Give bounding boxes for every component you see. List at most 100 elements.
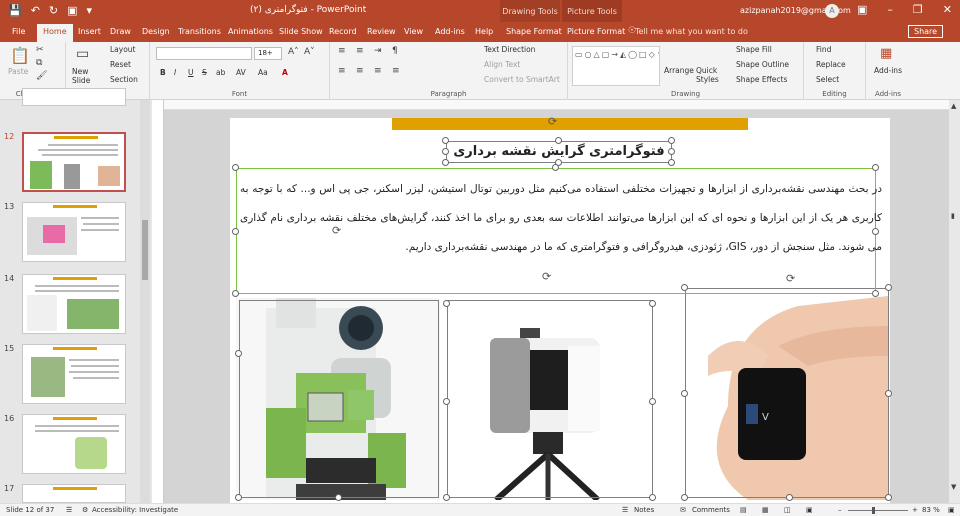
resize-handle[interactable] [555, 137, 562, 144]
paste-icon[interactable]: 📋 [10, 46, 30, 65]
bold-button[interactable]: B [160, 68, 166, 77]
scroll-thumb-icon[interactable]: ▮ [951, 212, 955, 220]
comments-icon[interactable]: ✉ [680, 506, 686, 514]
char-spacing-button[interactable]: AV [236, 68, 246, 77]
shape-effects-button[interactable]: Shape Effects [736, 75, 787, 84]
resize-handle[interactable] [681, 390, 688, 397]
accessibility-status[interactable]: Accessibility: Investigate [92, 506, 178, 514]
shape-outline-button[interactable]: Shape Outline [736, 60, 789, 69]
resize-handle[interactable] [786, 494, 793, 501]
resize-handle[interactable] [668, 148, 675, 155]
add-ins-icon[interactable]: ▦ [880, 46, 892, 61]
slide-thumbnail-partial[interactable] [22, 88, 126, 106]
resize-handle[interactable] [335, 494, 342, 501]
tab-picture-format[interactable]: Picture Format [567, 27, 625, 36]
cut-icon[interactable]: ✂ [36, 45, 44, 55]
shape-fill-button[interactable]: Shape Fill [736, 45, 772, 54]
slide-sorter-icon[interactable]: ▦ [762, 506, 769, 514]
ribbon-display-icon[interactable]: ▣ [857, 3, 867, 16]
bullets-icon[interactable]: ≡ [338, 46, 346, 56]
tab-view[interactable]: View [404, 27, 423, 36]
thumbnail-scrollbar[interactable] [140, 100, 150, 503]
resize-handle[interactable] [442, 148, 449, 155]
justify-icon[interactable]: ≡ [392, 66, 400, 76]
font-size-select[interactable]: 18+ [254, 47, 282, 60]
tab-animations[interactable]: Animations [228, 27, 273, 36]
resize-handle[interactable] [885, 284, 892, 291]
resize-handle[interactable] [668, 159, 675, 166]
indent-icon[interactable]: ⇥ [374, 46, 382, 56]
tab-add-ins[interactable]: Add-ins [435, 27, 465, 36]
normal-view-icon[interactable]: ▤ [740, 506, 747, 514]
font-color-button[interactable]: A [282, 68, 288, 77]
resize-handle[interactable] [885, 494, 892, 501]
zoom-out-icon[interactable]: – [838, 506, 842, 514]
convert-smartart-button[interactable]: Convert to SmartArt [484, 75, 560, 84]
tab-review[interactable]: Review [367, 27, 396, 36]
tab-home[interactable]: Home [37, 24, 73, 42]
new-slide-button[interactable]: New Slide [72, 67, 102, 85]
resize-handle[interactable] [232, 228, 239, 235]
accessibility-icon[interactable]: ⚙ [82, 506, 88, 514]
customize-icon[interactable]: ▾ [87, 4, 93, 17]
section-button[interactable]: Section [110, 75, 138, 84]
new-slide-icon[interactable]: ▭ [76, 46, 89, 62]
resize-handle[interactable] [552, 164, 559, 171]
resize-handle[interactable] [668, 137, 675, 144]
shrink-font-icon[interactable]: A˅ [304, 47, 315, 57]
slide-thumbnail[interactable] [22, 132, 126, 192]
resize-handle[interactable] [232, 164, 239, 171]
align-center-icon[interactable]: ≡ [356, 66, 364, 76]
resize-handle[interactable] [872, 164, 879, 171]
slide-thumbnail[interactable] [22, 414, 126, 474]
resize-handle[interactable] [443, 300, 450, 307]
find-button[interactable]: Find [816, 45, 831, 54]
tab-slide-show[interactable]: Slide Show [279, 27, 323, 36]
shadow-button[interactable]: ab [216, 68, 225, 77]
resize-handle[interactable] [649, 300, 656, 307]
italic-button[interactable]: I [174, 68, 176, 77]
avatar[interactable]: A [825, 4, 839, 18]
present-icon[interactable]: ▣ [67, 4, 77, 17]
replace-button[interactable]: Replace [816, 60, 846, 69]
arrange-button[interactable]: Arrange [664, 66, 694, 75]
resize-handle[interactable] [681, 494, 688, 501]
scroll-up-icon[interactable]: ▲ [951, 102, 956, 110]
tell-me-search[interactable]: Tell me what you want to do [635, 27, 748, 36]
notes-button[interactable]: Notes [634, 506, 654, 514]
tab-design[interactable]: Design [142, 27, 170, 36]
zoom-slider[interactable] [848, 510, 908, 511]
fit-to-window-icon[interactable]: ▣ [948, 506, 955, 514]
resize-handle[interactable] [885, 390, 892, 397]
resize-handle[interactable] [649, 398, 656, 405]
slide-thumbnail[interactable] [22, 484, 126, 503]
shapes-gallery[interactable]: ▭○△▢→◭◯□◇↘❦△□○☆✚ [572, 46, 660, 86]
tab-insert[interactable]: Insert [78, 27, 101, 36]
slide-show-icon[interactable]: ▣ [806, 506, 813, 514]
rotate-handle-icon[interactable]: ⟳ [542, 270, 551, 283]
layout-button[interactable]: Layout [110, 45, 136, 54]
ltr-icon[interactable]: ¶ [392, 46, 398, 56]
minimize-icon[interactable]: – [887, 3, 893, 16]
scroll-down-icon[interactable]: ▼ [951, 483, 956, 491]
zoom-in-icon[interactable]: + [912, 506, 918, 514]
slide-thumbnail[interactable] [22, 274, 126, 334]
resize-handle[interactable] [649, 494, 656, 501]
align-right-icon[interactable]: ≡ [374, 66, 382, 76]
tab-record[interactable]: Record [329, 27, 357, 36]
tab-file[interactable]: File [12, 27, 25, 36]
text-direction-button[interactable]: Text Direction [484, 45, 535, 54]
share-button[interactable]: Share [908, 25, 944, 38]
change-case-button[interactable]: Aa [258, 68, 268, 77]
resize-handle[interactable] [235, 494, 242, 501]
format-painter-icon[interactable]: 🖌 [36, 71, 47, 81]
scrollbar-thumb[interactable] [142, 220, 148, 280]
resize-handle[interactable] [235, 350, 242, 357]
quick-styles-button[interactable]: Quick Styles [696, 66, 722, 84]
redo-icon[interactable]: ↻ [49, 4, 58, 17]
resize-handle[interactable] [872, 290, 879, 297]
reset-button[interactable]: Reset [110, 60, 131, 69]
underline-button[interactable]: U [188, 68, 194, 77]
copy-icon[interactable]: ⧉ [36, 58, 42, 68]
comments-button[interactable]: Comments [692, 506, 730, 514]
